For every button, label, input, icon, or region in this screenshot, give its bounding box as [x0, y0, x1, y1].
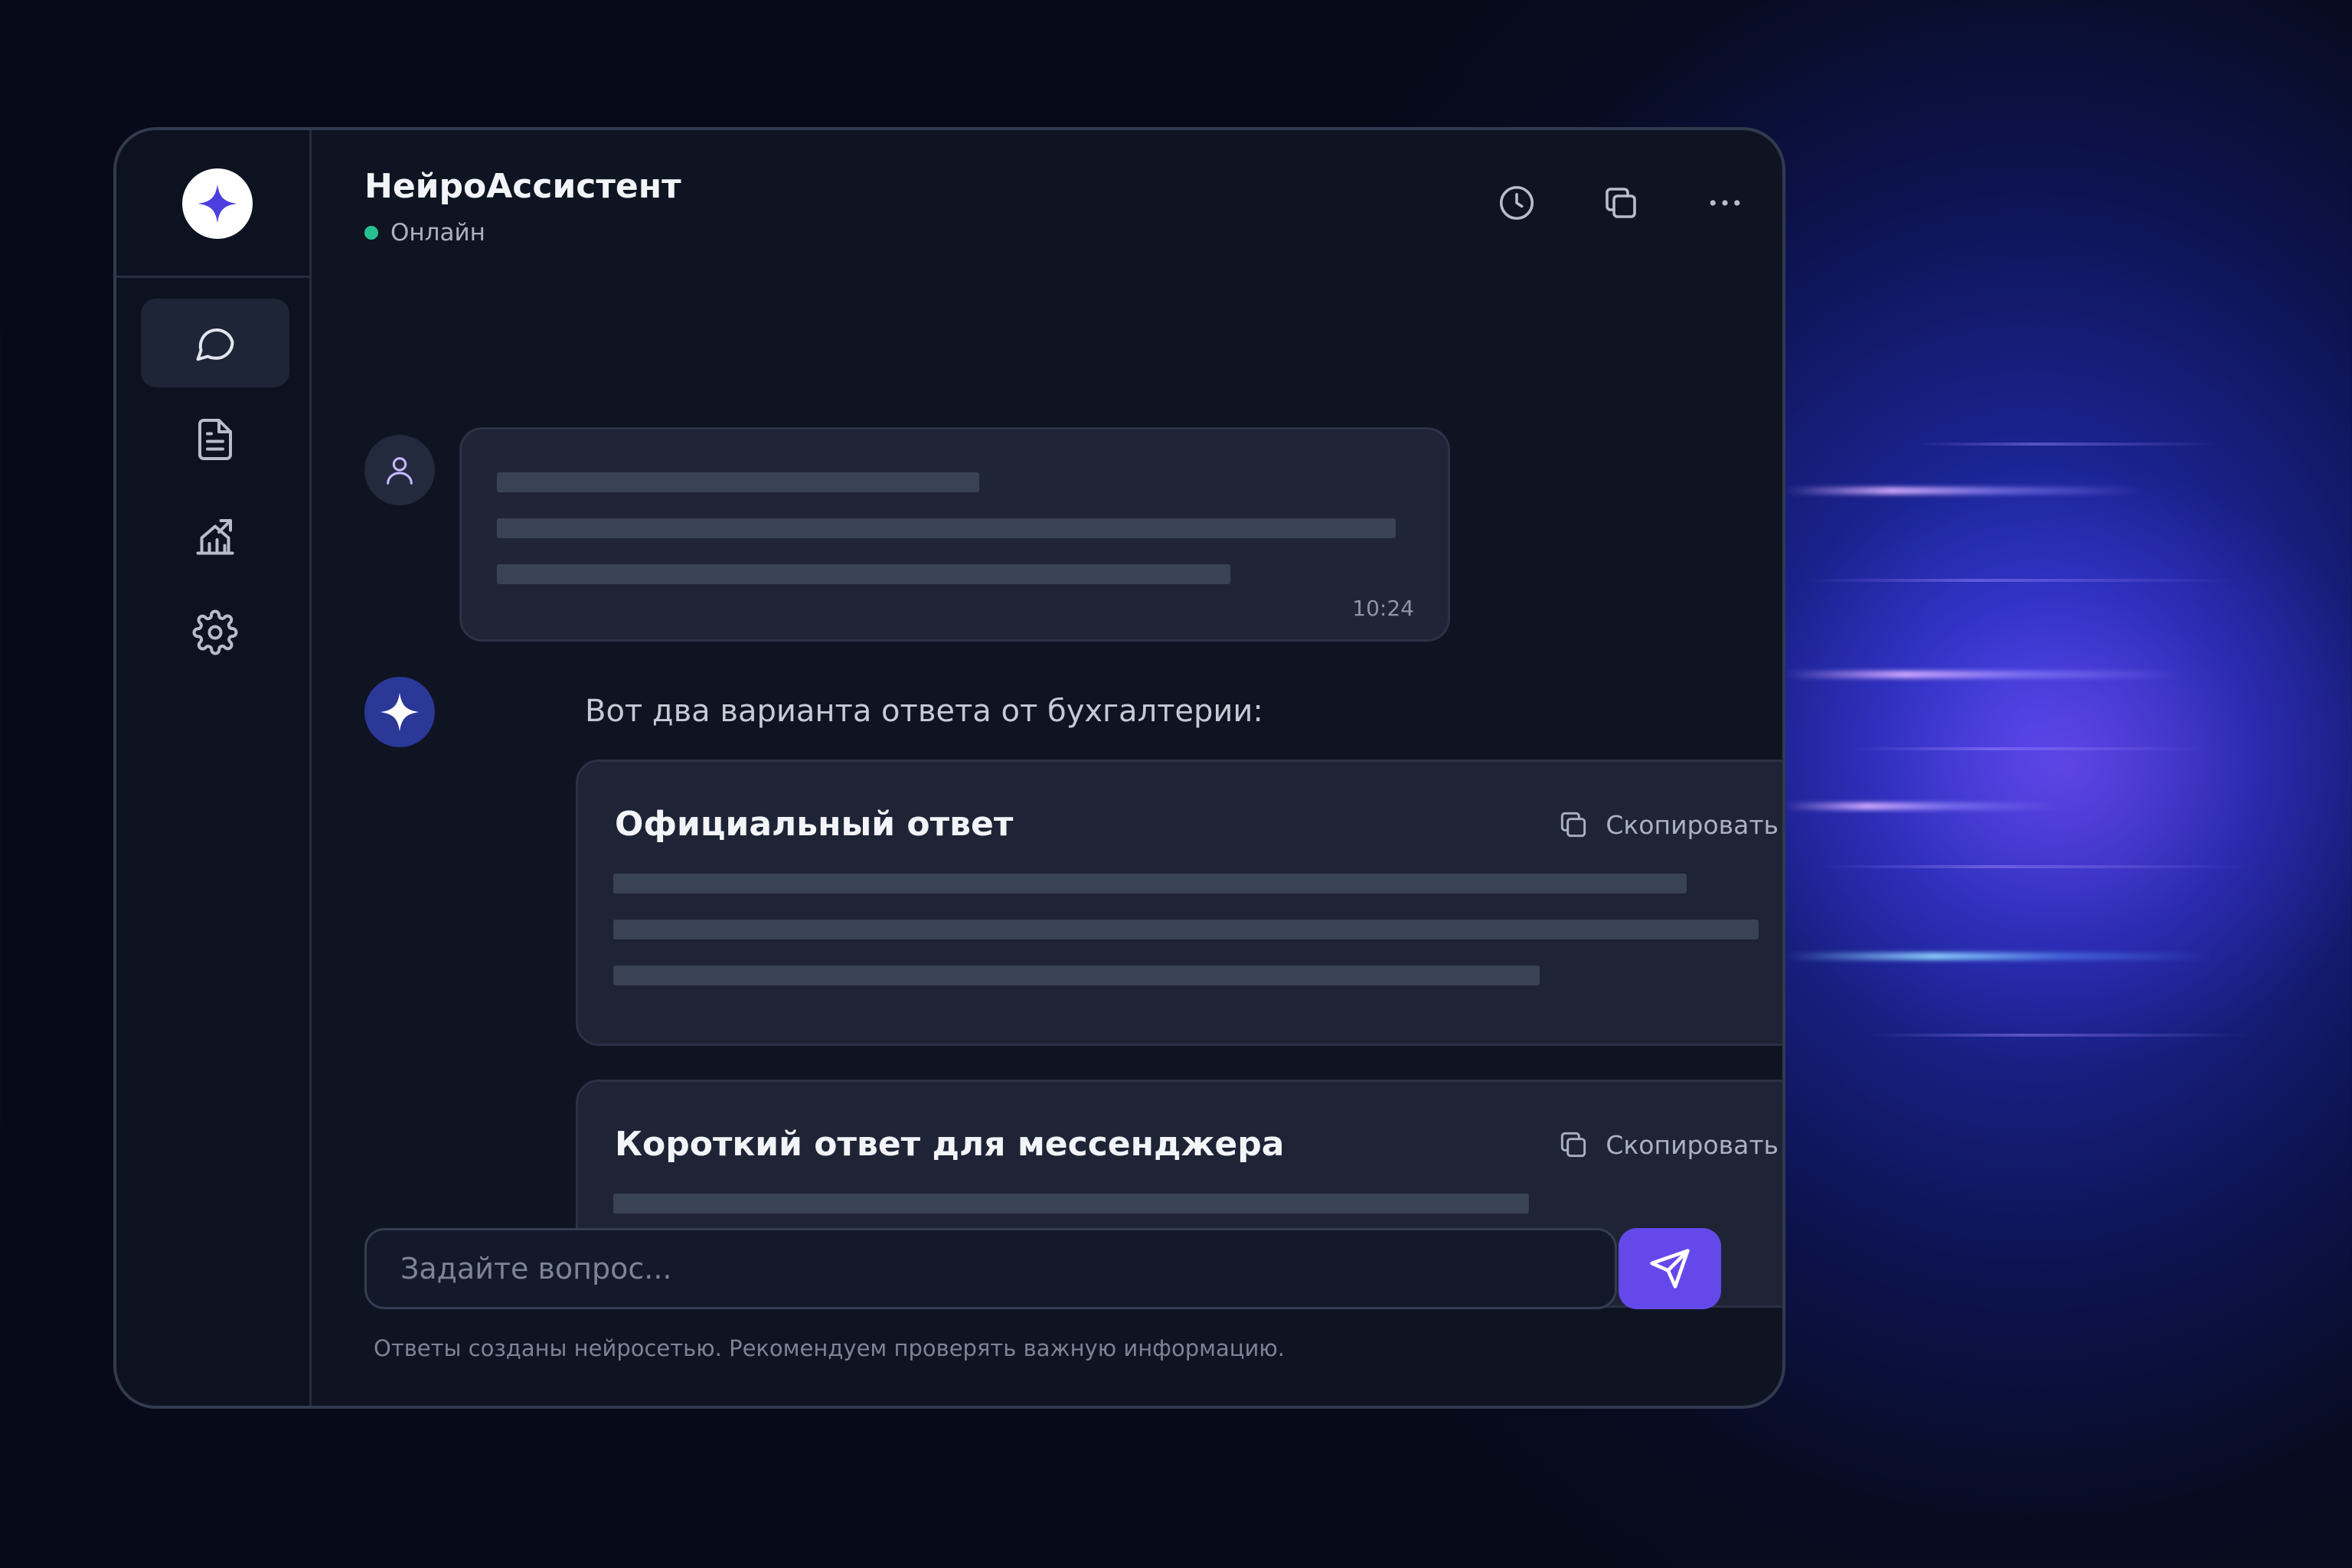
- text-placeholder: [613, 920, 1759, 939]
- sidebar-item-documents[interactable]: [141, 395, 289, 484]
- question-input[interactable]: [364, 1228, 1617, 1309]
- sparkle-icon: [380, 692, 420, 732]
- copy-button[interactable]: Скопировать: [1557, 1128, 1779, 1161]
- logo-area: [116, 130, 309, 278]
- light-streak: [1784, 952, 2213, 960]
- light-streak: [1784, 802, 2060, 810]
- ai-disclaimer: Ответы созданы нейросетью. Рекомендуем п…: [374, 1335, 1285, 1361]
- text-placeholder: [613, 874, 1687, 893]
- document-icon: [198, 419, 232, 460]
- settings-icon: [192, 609, 238, 655]
- light-streak: [1784, 671, 2182, 678]
- copy-button-label: Скопировать: [1606, 1129, 1779, 1160]
- light-streak: [1822, 865, 2251, 868]
- page-title: НейроАссистент: [364, 167, 681, 206]
- light-streak: [1914, 443, 2220, 446]
- sidebar: [116, 130, 312, 1406]
- user-message-bubble: 10:24: [459, 427, 1450, 642]
- copy-icon: [1606, 188, 1636, 218]
- status-indicator: Онлайн: [364, 219, 485, 247]
- light-streak: [1784, 487, 2144, 495]
- copy-icon: [1561, 1132, 1586, 1158]
- text-placeholder: [497, 518, 1396, 538]
- light-streak: [1853, 747, 2205, 750]
- user-icon: [387, 457, 413, 485]
- message-timestamp: 10:24: [1352, 596, 1414, 621]
- user-avatar: [364, 435, 435, 505]
- chat-panel: НейроАссистент Онлайн 10:24 Вот два вари…: [309, 130, 1782, 1406]
- assistant-avatar: [364, 677, 435, 747]
- assistant-window: НейроАссистент Онлайн 10:24 Вот два вари…: [113, 127, 1785, 1409]
- sidebar-item-settings[interactable]: [141, 588, 289, 677]
- more-options-button[interactable]: [1698, 176, 1752, 230]
- answer-card-official: Официальный ответ Скопировать: [576, 760, 1782, 1046]
- sparkle-logo-icon: [182, 168, 253, 239]
- background-glow: [1723, 459, 2352, 1072]
- history-button[interactable]: [1490, 176, 1544, 230]
- history-icon: [1499, 185, 1534, 220]
- text-placeholder: [497, 564, 1230, 584]
- more-icon: [1710, 200, 1740, 206]
- text-placeholder: [613, 965, 1540, 985]
- send-button[interactable]: [1619, 1228, 1721, 1309]
- sidebar-item-chat[interactable]: [141, 299, 289, 387]
- text-placeholder: [497, 472, 979, 492]
- sidebar-item-analytics[interactable]: [141, 492, 289, 580]
- text-placeholder: [613, 1194, 1529, 1214]
- copy-button-label: Скопировать: [1606, 809, 1779, 840]
- light-streak: [1868, 1034, 2251, 1037]
- online-dot-icon: [364, 226, 378, 240]
- send-icon: [1650, 1249, 1690, 1289]
- analytics-icon: [196, 519, 234, 555]
- copy-icon: [1561, 812, 1586, 838]
- light-streak: [1807, 579, 2236, 582]
- assistant-message-text: Вот два варианта ответа от бухгалтерии:: [585, 694, 1263, 729]
- status-text: Онлайн: [390, 219, 485, 247]
- chat-icon: [196, 328, 234, 361]
- copy-button[interactable]: Скопировать: [1557, 808, 1779, 841]
- card-title: Официальный ответ: [615, 805, 1014, 844]
- card-title: Короткий ответ для мессенджера: [615, 1125, 1285, 1164]
- copy-chat-button[interactable]: [1594, 176, 1648, 230]
